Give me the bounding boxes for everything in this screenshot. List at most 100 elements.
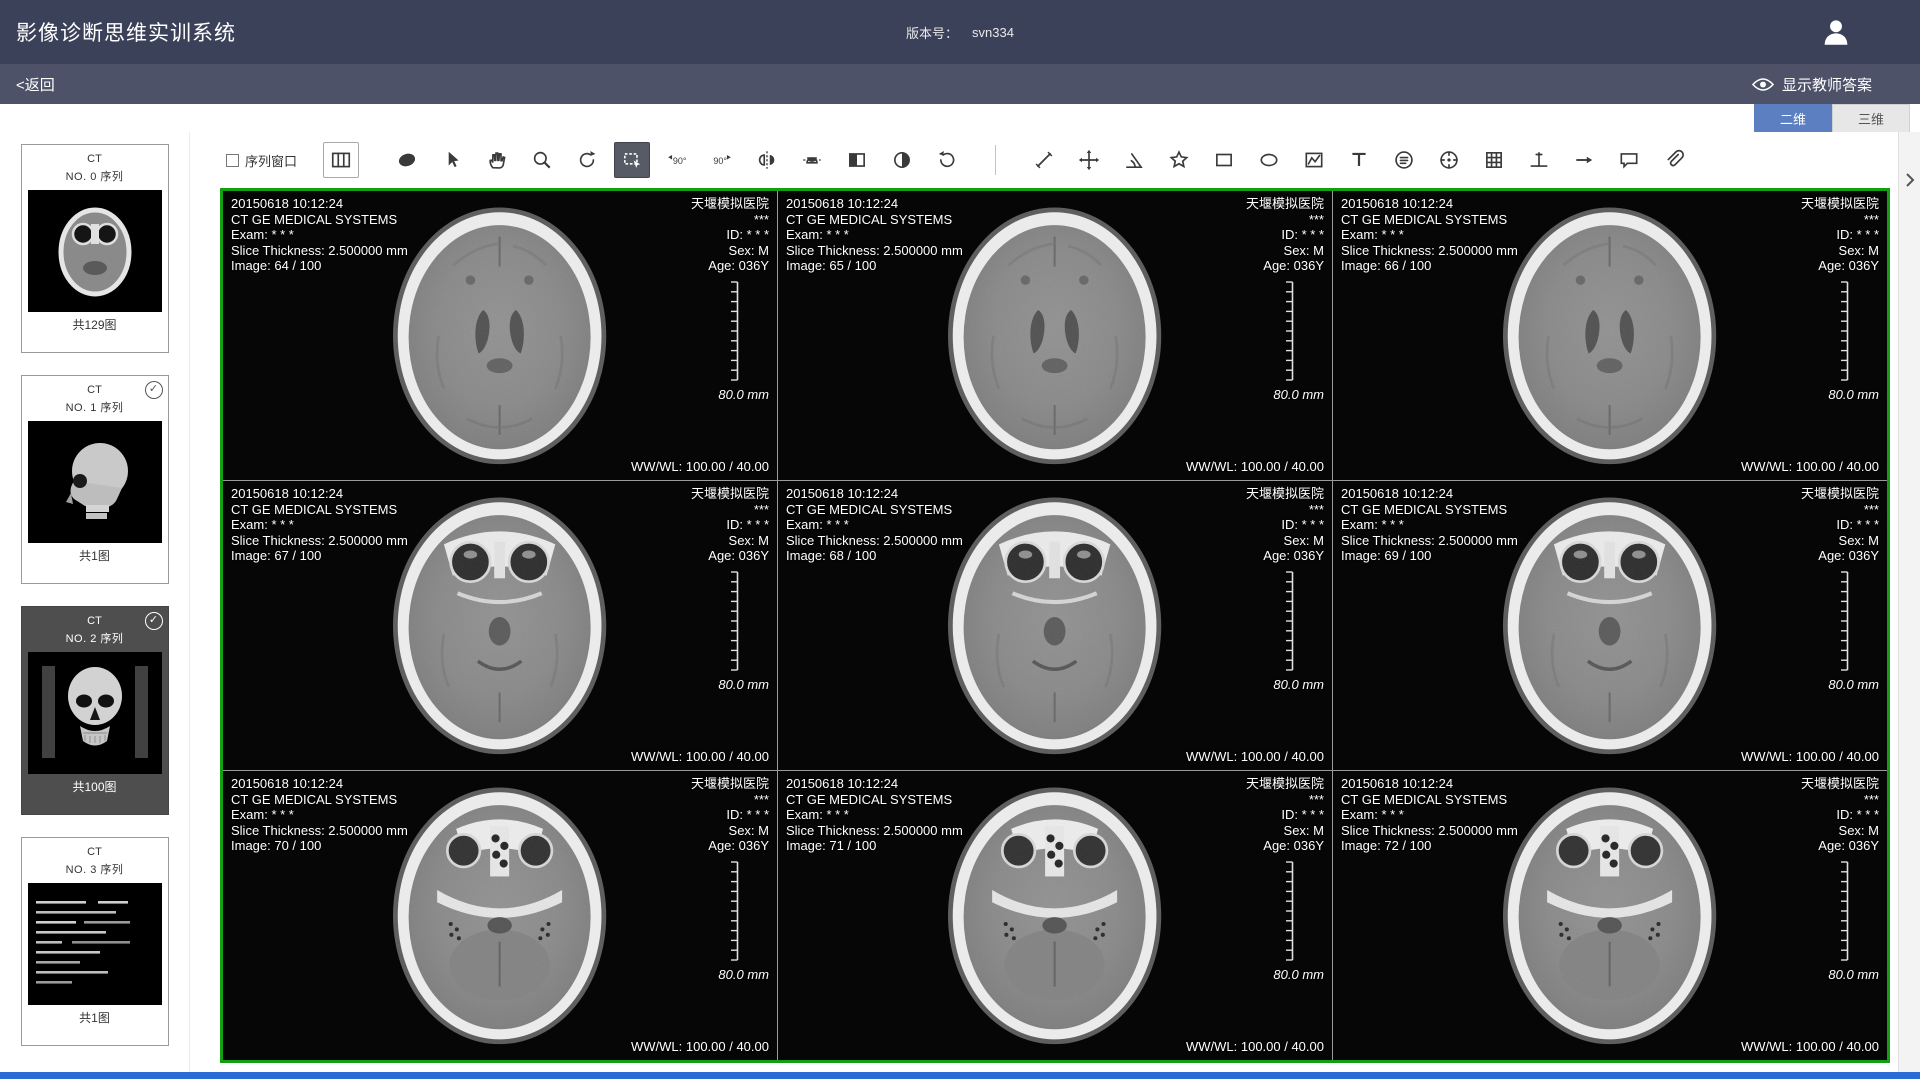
- arrow-tool-button[interactable]: [1566, 142, 1602, 178]
- series-name: NO. 2 序列: [22, 630, 168, 646]
- circle-notes-tool-button[interactable]: [1386, 142, 1422, 178]
- overlay-study-info: 20150618 10:12:24CT GE MEDICAL SYSTEMSEx…: [231, 486, 408, 564]
- ellipse-mask-tool-button[interactable]: [389, 142, 425, 178]
- pointer-tool-button[interactable]: [434, 142, 470, 178]
- checkmark-icon: ✓: [145, 612, 163, 630]
- overlay-window-level: WW/WL: 100.00 / 40.00: [1741, 1039, 1879, 1055]
- overlay-hospital: 天堰模拟医院: [691, 486, 769, 502]
- scale-ruler: [727, 571, 741, 676]
- overlay-image-number: Image: 69 / 100: [1341, 548, 1518, 564]
- overlay-window-level: WW/WL: 100.00 / 40.00: [1741, 749, 1879, 765]
- ellipse-roi-tool-button[interactable]: [1251, 142, 1287, 178]
- viewport-cell-2[interactable]: 20150618 10:12:24CT GE MEDICAL SYSTEMSEx…: [778, 191, 1332, 480]
- comment-tool-button[interactable]: [1611, 142, 1647, 178]
- move-cross-tool-button[interactable]: [1071, 142, 1107, 178]
- overlay-window-level: WW/WL: 100.00 / 40.00: [631, 749, 769, 765]
- invert-tool-button[interactable]: [839, 142, 875, 178]
- series-card-0[interactable]: CTNO. 0 序列共129图: [21, 144, 169, 353]
- overlay-patient-id: ID: * * *: [1801, 807, 1879, 823]
- reset-tool-button[interactable]: [929, 142, 965, 178]
- overlay-patient-id: ID: * * *: [691, 517, 769, 533]
- view-mode-tabs: 二维 三维: [0, 104, 1920, 132]
- histogram-tool-button[interactable]: [1296, 142, 1332, 178]
- overlay-patient-id: ID: * * *: [1246, 517, 1324, 533]
- viewport-cell-7[interactable]: 20150618 10:12:24CT GE MEDICAL SYSTEMSEx…: [223, 771, 777, 1060]
- overlay-patient-id: ID: * * *: [1801, 227, 1879, 243]
- point-locator-tool-button[interactable]: [1431, 142, 1467, 178]
- viewport-cell-6[interactable]: 20150618 10:12:24CT GE MEDICAL SYSTEMSEx…: [1333, 481, 1887, 770]
- overlay-slice-thickness: Slice Thickness: 2.500000 mm: [786, 243, 963, 259]
- series-sidebar: CTNO. 0 序列共129图CTNO. 1 序列✓共1图CTNO. 2 序列✓…: [0, 132, 190, 1072]
- series-count: 共129图: [22, 316, 168, 333]
- zoom-tool-button[interactable]: [524, 142, 560, 178]
- overlay-datetime: 20150618 10:12:24: [1341, 196, 1518, 212]
- overlay-patient-name: ***: [691, 792, 769, 808]
- overlay-image-number: Image: 71 / 100: [786, 838, 963, 854]
- scale-ruler: [1282, 281, 1296, 386]
- viewport-cell-8[interactable]: 20150618 10:12:24CT GE MEDICAL SYSTEMSEx…: [778, 771, 1332, 1060]
- overlay-window-level: WW/WL: 100.00 / 40.00: [1741, 459, 1879, 475]
- zoom-icon: [531, 149, 553, 171]
- tab-2d[interactable]: 二维: [1754, 104, 1832, 132]
- series-window-checkbox[interactable]: 序列窗口: [226, 151, 297, 170]
- series-card-2[interactable]: CTNO. 2 序列✓共100图: [21, 606, 169, 815]
- tab-3d[interactable]: 三维: [1832, 104, 1910, 132]
- series-modality: CT: [22, 846, 168, 858]
- rotate-left-90-tool-button[interactable]: 90°: [659, 142, 695, 178]
- viewport-cell-3[interactable]: 20150618 10:12:24CT GE MEDICAL SYSTEMSEx…: [1333, 191, 1887, 480]
- star-marker-icon: [1168, 149, 1190, 171]
- overlay-slice-thickness: Slice Thickness: 2.500000 mm: [786, 823, 963, 839]
- arrow-icon: [1573, 149, 1595, 171]
- viewport-cell-9[interactable]: 20150618 10:12:24CT GE MEDICAL SYSTEMSEx…: [1333, 771, 1887, 1060]
- overlay-study-info: 20150618 10:12:24CT GE MEDICAL SYSTEMSEx…: [1341, 486, 1518, 564]
- star-marker-tool-button[interactable]: [1161, 142, 1197, 178]
- series-card-1[interactable]: CTNO. 1 序列✓共1图: [21, 375, 169, 584]
- overlay-slice-thickness: Slice Thickness: 2.500000 mm: [786, 533, 963, 549]
- ruler-ticks: [727, 861, 741, 961]
- overlay-patient-info: 天堰模拟医院***ID: * * *Sex: MAge: 036Y: [1801, 776, 1879, 854]
- checkbox-icon: [226, 154, 239, 167]
- viewport-cell-5[interactable]: 20150618 10:12:24CT GE MEDICAL SYSTEMSEx…: [778, 481, 1332, 770]
- viewport-cell-4[interactable]: 20150618 10:12:24CT GE MEDICAL SYSTEMSEx…: [223, 481, 777, 770]
- perpendicular-tool-button[interactable]: [1521, 142, 1557, 178]
- overlay-exam: Exam: * * *: [1341, 227, 1518, 243]
- overlay-patient-name: ***: [1801, 502, 1879, 518]
- collapse-panel-arrow-icon[interactable]: [1905, 172, 1915, 188]
- rect-roi-tool-button[interactable]: [1206, 142, 1242, 178]
- horizontal-scrollbar[interactable]: [0, 1072, 1920, 1079]
- user-icon: [1819, 15, 1853, 49]
- skull-3d-lateral-thumb: [28, 421, 162, 543]
- rotate-icon: [576, 149, 598, 171]
- roi-window-tool-button[interactable]: [614, 142, 650, 178]
- overlay-device: CT GE MEDICAL SYSTEMS: [786, 502, 963, 518]
- ruler-ticks: [727, 571, 741, 671]
- comment-icon: [1618, 149, 1640, 171]
- pan-tool-button[interactable]: [479, 142, 515, 178]
- window-level-tool-button[interactable]: [884, 142, 920, 178]
- layout-select-button[interactable]: [323, 142, 359, 178]
- series-count: 共1图: [22, 547, 168, 564]
- back-button[interactable]: <返回: [16, 74, 55, 95]
- line-measure-tool-button[interactable]: [1026, 142, 1062, 178]
- overlay-datetime: 20150618 10:12:24: [786, 776, 963, 792]
- version-info: 版本号： svn334: [906, 23, 1014, 42]
- flip-horizontal-tool-button[interactable]: [749, 142, 785, 178]
- overlay-exam: Exam: * * *: [1341, 807, 1518, 823]
- attachment-tool-button[interactable]: [1656, 142, 1692, 178]
- series-card-3[interactable]: CTNO. 3 序列共1图: [21, 837, 169, 1046]
- viewport-cell-1[interactable]: 20150618 10:12:24CT GE MEDICAL SYSTEMSEx…: [223, 191, 777, 480]
- overlay-datetime: 20150618 10:12:24: [786, 486, 963, 502]
- rotate-right-90-tool-button[interactable]: 90°: [704, 142, 740, 178]
- overlay-patient-info: 天堰模拟医院***ID: * * *Sex: MAge: 036Y: [691, 196, 769, 274]
- show-teacher-answer-button[interactable]: 显示教师答案: [1752, 74, 1872, 95]
- overlay-hospital: 天堰模拟医院: [1801, 776, 1879, 792]
- series-name: NO. 3 序列: [22, 861, 168, 877]
- text-tool-button[interactable]: [1341, 142, 1377, 178]
- overlay-sex: Sex: M: [1246, 533, 1324, 549]
- overlay-device: CT GE MEDICAL SYSTEMS: [786, 792, 963, 808]
- angle-measure-tool-button[interactable]: [1116, 142, 1152, 178]
- user-avatar-button[interactable]: [1816, 12, 1856, 52]
- rotate-tool-button[interactable]: [569, 142, 605, 178]
- grid-overlay-tool-button[interactable]: [1476, 142, 1512, 178]
- flip-vertical-tool-button[interactable]: [794, 142, 830, 178]
